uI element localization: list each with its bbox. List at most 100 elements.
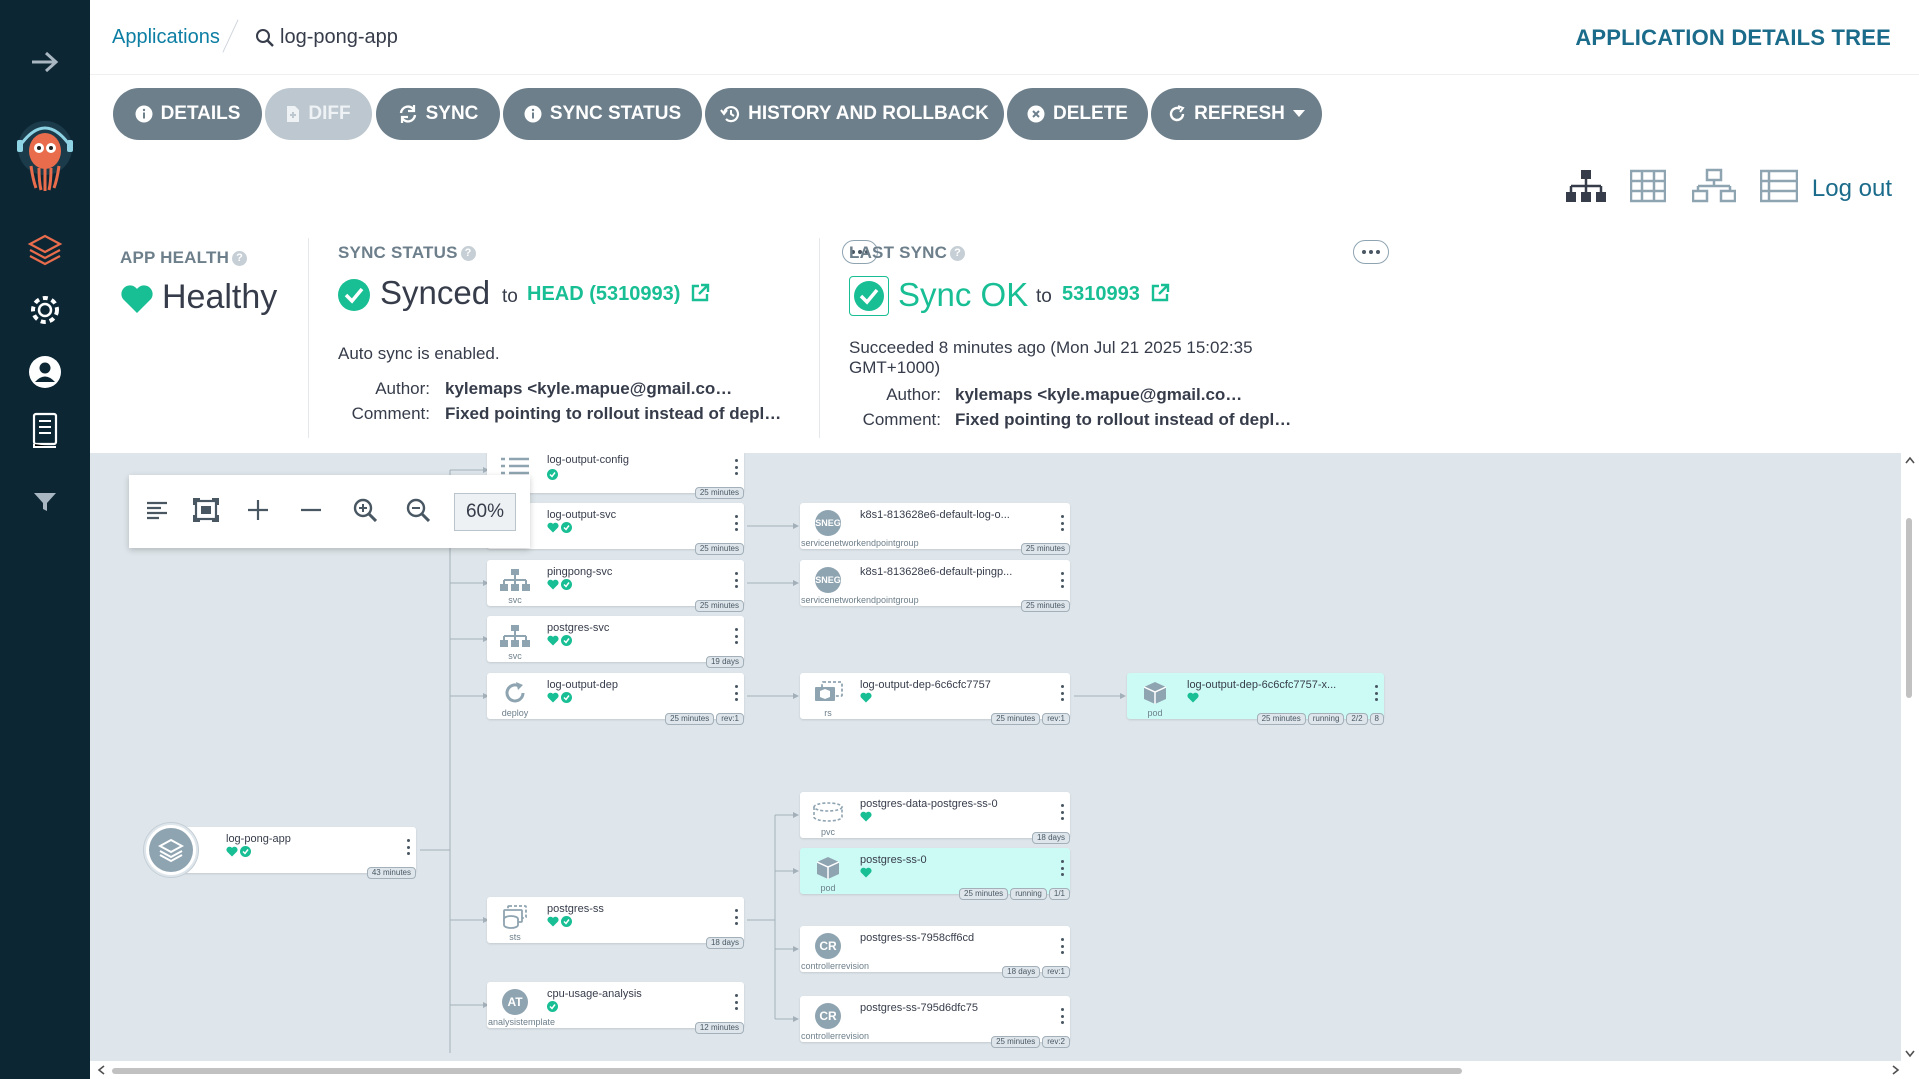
resource-node-pvc[interactable]: pvc postgres-data-postgres-ss-0 18 days (800, 792, 1070, 844)
breadcrumb-current-app[interactable]: log-pong-app (280, 26, 398, 49)
node-status (547, 635, 572, 646)
node-tags: 12 minutes (694, 1022, 744, 1034)
status-panels: APP HEALTH? Healthy SYNC STATUS? Synced … (90, 228, 1919, 453)
node-menu-button[interactable] (1060, 685, 1064, 701)
age-tag: 25 minutes (959, 888, 1009, 900)
top-bar: Applications log-pong-app APPLICATION DE… (90, 0, 1919, 75)
node-tags: 25 minutes (1020, 600, 1070, 612)
caret-down-icon (1292, 110, 1305, 118)
refresh-label: REFRESH (1194, 103, 1285, 124)
network-view-icon[interactable] (1691, 168, 1737, 209)
horizontal-scroll-thumb[interactable] (112, 1068, 1462, 1074)
refresh-button[interactable]: REFRESH (1151, 88, 1322, 140)
tree-view-icon[interactable] (1565, 168, 1607, 209)
pvc-disk-icon (808, 798, 848, 826)
age-tag: 25 minutes (1256, 713, 1306, 725)
zoom-out-icon[interactable] (403, 495, 433, 525)
controllerrevision-badge-icon: CR (808, 932, 848, 960)
resource-node-deployment[interactable]: deploy log-output-dep 25 minutes rev:1 (487, 673, 744, 725)
age-tag: 25 minutes (694, 600, 744, 612)
revision-tag: rev:2 (1042, 1036, 1070, 1048)
resource-node-service[interactable]: svc postgres-svc 19 days (487, 616, 744, 668)
node-menu-button[interactable] (734, 994, 738, 1010)
node-menu-button[interactable] (734, 909, 738, 925)
documentation-book-icon[interactable] (25, 410, 65, 450)
node-menu-button[interactable] (1060, 1008, 1064, 1024)
breadcrumb-applications-link[interactable]: Applications (112, 26, 220, 49)
collapse-minus-icon[interactable] (296, 495, 326, 525)
state-tag: running (1307, 713, 1345, 725)
node-tags: 25 minutes rev:1 (991, 713, 1070, 725)
expand-plus-icon[interactable] (243, 495, 273, 525)
applications-layers-icon[interactable] (25, 230, 65, 270)
node-menu-button[interactable] (406, 839, 410, 855)
node-menu-button[interactable] (1060, 572, 1064, 588)
node-menu-button[interactable] (734, 572, 738, 588)
check-circle-icon (561, 579, 572, 590)
node-status (860, 692, 872, 703)
search-icon[interactable] (255, 28, 275, 53)
pods-grid-view-icon[interactable] (1629, 168, 1667, 209)
resource-node-networkendpointgroup[interactable]: SNEG servicenetworkendpointgroup k8s1-81… (800, 503, 1070, 555)
node-menu-button[interactable] (1060, 860, 1064, 876)
last-sync-revision-link[interactable]: 5310993 (1062, 283, 1140, 306)
ready-tag: 1/1 (1048, 888, 1070, 900)
resource-node-app[interactable]: log-pong-app 43 minutes (174, 827, 416, 879)
history-rollback-button[interactable]: HISTORY AND ROLLBACK (705, 88, 1004, 140)
help-icon[interactable]: ? (950, 246, 966, 262)
node-menu-button[interactable] (1060, 804, 1064, 820)
resource-node-controllerrevision[interactable]: CR controllerrevision postgres-ss-7958cf… (800, 926, 1070, 978)
delete-button[interactable]: DELETE (1007, 88, 1148, 140)
check-circle-icon (561, 635, 572, 646)
resource-node-replicaset[interactable]: rs log-output-dep-6c6cfc7757 25 minutes r… (800, 673, 1070, 725)
sync-revision-link[interactable]: HEAD (5310993) (527, 283, 680, 306)
vertical-scrollbar[interactable] (1901, 453, 1919, 1061)
external-link-icon[interactable] (1150, 283, 1170, 308)
heart-icon (547, 522, 559, 533)
comment-label: Comment: (862, 410, 941, 429)
resource-node-pod[interactable]: pod postgres-ss-0 25 minutes running 1/1 (800, 848, 1070, 900)
node-menu-button[interactable] (734, 628, 738, 644)
resource-node-analysistemplate[interactable]: AT analysistemplate cpu-usage-analysis 1… (487, 982, 744, 1034)
help-icon[interactable]: ? (232, 251, 248, 267)
sync-status-button[interactable]: SYNC STATUS (503, 88, 702, 140)
align-left-icon[interactable] (142, 495, 172, 525)
resource-node-pod[interactable]: pod log-output-dep-6c6cfc7757-x... 25 mi… (1127, 673, 1384, 725)
last-sync-more-button[interactable] (1353, 240, 1389, 264)
node-menu-button[interactable] (1060, 938, 1064, 954)
node-menu-button[interactable] (734, 459, 738, 475)
node-name: pingpong-svc (547, 566, 613, 578)
node-menu-button[interactable] (734, 685, 738, 701)
list-view-icon[interactable] (1759, 168, 1799, 209)
filter-funnel-icon[interactable] (25, 482, 65, 522)
heart-icon (547, 579, 559, 590)
diff-button[interactable]: DIFF (265, 88, 372, 140)
app-root-icon[interactable] (144, 823, 198, 877)
horizontal-scrollbar[interactable] (90, 1061, 1919, 1079)
node-name: log-output-dep-6c6cfc7757-x... (1187, 679, 1337, 691)
details-button[interactable]: DETAILS (113, 88, 262, 140)
vertical-scroll-thumb[interactable] (1906, 518, 1912, 698)
author-value: kylemaps <kyle.mapue@gmail.com> - (955, 385, 1255, 404)
heart-icon (120, 284, 154, 319)
node-menu-button[interactable] (1060, 515, 1064, 531)
resource-node-service[interactable]: svc pingpong-svc 25 minutes (487, 560, 744, 612)
user-info-icon[interactable] (25, 352, 65, 392)
comment-value: Fixed pointing to rollout instead of dep… (955, 410, 1295, 429)
node-menu-button[interactable] (1374, 685, 1378, 701)
node-kind: pod (1147, 708, 1163, 718)
sync-button[interactable]: SYNC (376, 88, 500, 140)
resource-node-networkendpointgroup[interactable]: SNEG servicenetworkendpointgroup k8s1-81… (800, 560, 1070, 612)
help-icon[interactable]: ? (460, 246, 476, 262)
zoom-in-icon[interactable] (350, 495, 380, 525)
badge-text: CR (815, 933, 841, 959)
resource-node-statefulset[interactable]: sts postgres-ss 18 days (487, 897, 744, 949)
settings-gear-icon[interactable] (25, 290, 65, 330)
external-link-icon[interactable] (690, 283, 710, 308)
collapse-arrow-icon[interactable] (25, 42, 65, 82)
resource-node-controllerrevision[interactable]: CR controllerrevision postgres-ss-795d6d… (800, 996, 1070, 1048)
node-menu-button[interactable] (734, 515, 738, 531)
logout-link[interactable]: Log out (1812, 175, 1892, 203)
fit-to-screen-icon[interactable] (191, 495, 221, 525)
node-kind: controllerrevision (801, 1031, 870, 1041)
